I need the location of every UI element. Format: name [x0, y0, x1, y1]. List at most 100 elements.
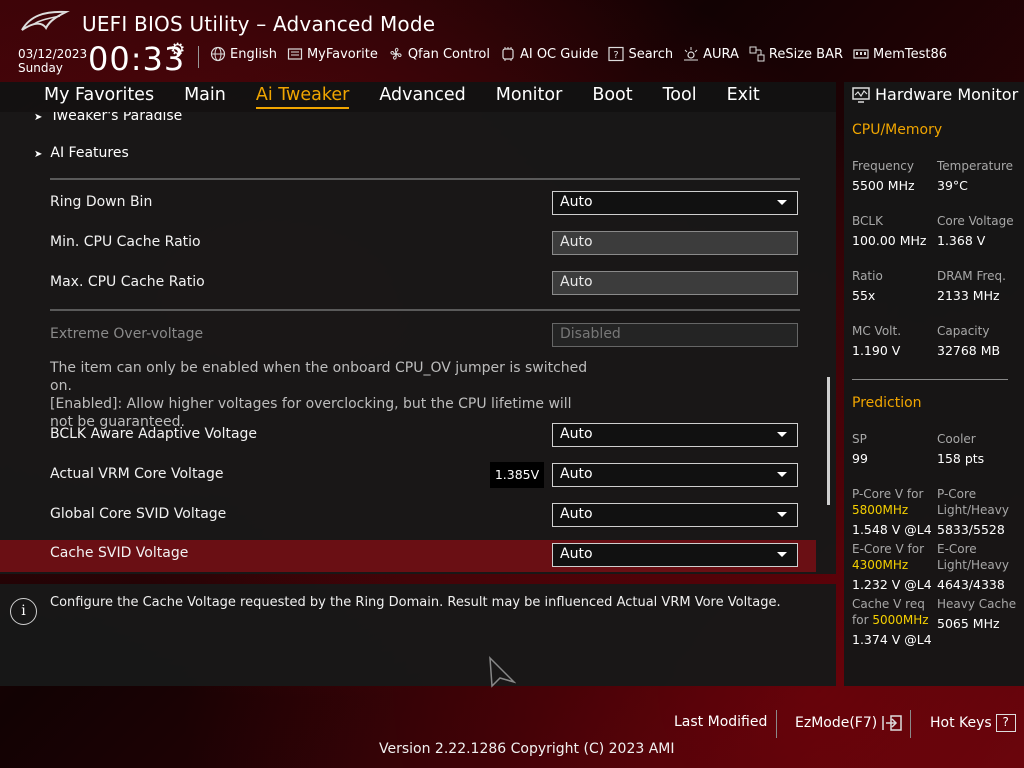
ezmode-label: EzMode(F7): [795, 715, 878, 731]
dropdown-value: Auto: [560, 466, 593, 482]
chevron-right-icon: ➤: [34, 112, 43, 123]
chevron-down-icon: [777, 432, 787, 437]
myfavorite-label: MyFavorite: [306, 46, 378, 62]
search-icon: ?: [608, 46, 625, 62]
hardware-monitor-title: Hardware Monitor: [852, 85, 1018, 104]
memtest-icon: [853, 46, 869, 62]
setting-label: Max. CPU Cache Ratio: [50, 274, 205, 290]
ecore-lh-label-2: Light/Heavy: [937, 558, 1009, 572]
capacity-label: Capacity: [937, 324, 990, 338]
hw-divider: [852, 379, 1008, 380]
footer-divider: [910, 710, 911, 738]
resize-bar-label: ReSize BAR: [768, 46, 844, 62]
tab-ai-tweaker[interactable]: Ai Tweaker: [255, 85, 350, 109]
favorite-icon: [287, 46, 303, 62]
setting-label: Cache SVID Voltage: [50, 545, 189, 561]
pcore-v-label: P-Core V for 5800MHz: [852, 486, 923, 518]
bclk-aware-dropdown[interactable]: Auto: [552, 423, 798, 447]
search-button[interactable]: ? Search: [608, 46, 673, 62]
ai-chip-icon: [500, 46, 516, 62]
tab-my-favorites[interactable]: My Favorites: [44, 85, 154, 109]
cpu-memory-section-title: CPU/Memory: [852, 122, 943, 138]
ecore-v-value: 1.232 V @L4: [852, 577, 932, 592]
tab-boot[interactable]: Boot: [592, 85, 632, 109]
min-cache-ratio-field[interactable]: Auto: [552, 231, 798, 255]
ezmode-button[interactable]: EzMode(F7): [795, 714, 903, 732]
svg-text:?: ?: [614, 50, 619, 61]
aura-button[interactable]: AURA: [683, 46, 739, 62]
myfavorite-button[interactable]: MyFavorite: [287, 46, 378, 62]
info-icon: i: [10, 598, 37, 625]
frequency-value: 5500 MHz: [852, 178, 915, 193]
dropdown-value: Auto: [560, 546, 593, 562]
ai-oc-guide-label: AI OC Guide: [519, 46, 599, 62]
language-button[interactable]: English: [210, 46, 277, 62]
chevron-down-icon: [777, 512, 787, 517]
day-text: Sunday: [18, 61, 63, 75]
ring-down-bin-dropdown[interactable]: Auto: [552, 191, 798, 215]
tab-main[interactable]: Main: [184, 85, 226, 109]
rog-logo-icon: [21, 10, 70, 31]
header-divider: [198, 46, 199, 68]
monitor-icon: [852, 86, 870, 103]
version-text: Version 2.22.1286 Copyright (C) 2023 AMI: [379, 741, 675, 757]
submenu-ai-features[interactable]: ➤ AI Features: [34, 145, 129, 161]
last-modified-button[interactable]: Last Modified: [674, 714, 767, 730]
nav-tabs: My Favorites Main Ai Tweaker Advanced Mo…: [44, 85, 790, 109]
help-panel: i Configure the Cache Voltage requested …: [0, 584, 836, 686]
heavy-cache-value: 5065 MHz: [937, 616, 1000, 631]
bclk-label: BCLK: [852, 214, 883, 228]
ecore-v-freq: 4300MHz: [852, 558, 909, 572]
main-nav: My Favorites Main Ai Tweaker Advanced Mo…: [0, 82, 836, 112]
ratio-value: 55x: [852, 288, 876, 303]
hardware-monitor-label: Hardware Monitor: [875, 85, 1019, 104]
scrollbar[interactable]: [827, 377, 830, 505]
header-bar: UEFI BIOS Utility – Advanced Mode 03/12/…: [0, 0, 1024, 82]
chevron-down-icon: [777, 200, 787, 205]
language-label: English: [230, 46, 277, 62]
hot-keys-button[interactable]: Hot Keys ?: [930, 714, 1016, 732]
ai-oc-guide-button[interactable]: AI OC Guide: [500, 46, 598, 62]
qfan-control-button[interactable]: Qfan Control: [388, 46, 490, 62]
search-label: Search: [628, 46, 674, 62]
setting-row-cache-svid[interactable]: Cache SVID Voltage Auto: [0, 540, 816, 572]
pcore-v-label-text: P-Core V for: [852, 487, 924, 501]
tab-monitor[interactable]: Monitor: [496, 85, 563, 109]
setting-row-extreme-overvoltage: Extreme Over-voltage Disabled: [0, 319, 816, 351]
gear-icon[interactable]: ⚙: [170, 40, 185, 60]
date-display: 03/12/2023 Sunday: [18, 47, 87, 75]
tab-tool[interactable]: Tool: [663, 85, 697, 109]
settings-panel: ➤ Tweaker's Paradise ➤ AI Features Ring Do…: [0, 112, 836, 574]
exit-to-ezmode-icon: [882, 715, 902, 731]
resize-bar-button[interactable]: ReSize BAR: [749, 46, 843, 62]
footer-divider: [776, 710, 777, 738]
submenu-tweakers-paradise[interactable]: ➤ Tweaker's Paradise: [34, 112, 182, 124]
core-voltage-label: Core Voltage: [937, 214, 1014, 228]
memtest86-button[interactable]: MemTest86: [853, 46, 947, 62]
setting-label: Actual VRM Core Voltage: [50, 466, 224, 482]
setting-row-min-cache-ratio: Min. CPU Cache Ratio Auto: [0, 227, 816, 259]
cache-v-value: 1.374 V @L4: [852, 632, 932, 647]
actual-vrm-dropdown[interactable]: Auto: [552, 463, 798, 487]
cache-v-label-line-2: for 5000MHz: [852, 612, 929, 628]
mc-volt-label: MC Volt.: [852, 324, 902, 338]
voltage-reading-badge: 1.385V: [490, 462, 544, 488]
setting-label: Extreme Over-voltage: [50, 326, 204, 342]
fan-icon: [388, 46, 404, 62]
cache-svid-dropdown[interactable]: Auto: [552, 543, 798, 567]
heavy-cache-label: Heavy Cache: [937, 597, 1017, 611]
section-divider: [50, 309, 800, 311]
pcore-v-freq: 5800MHz: [852, 503, 909, 517]
tab-advanced[interactable]: Advanced: [379, 85, 465, 109]
max-cache-ratio-field[interactable]: Auto: [552, 271, 798, 295]
globe-icon: [210, 46, 226, 62]
dram-freq-value: 2133 MHz: [937, 288, 1000, 303]
cooler-value: 158 pts: [937, 451, 985, 466]
tab-exit[interactable]: Exit: [727, 85, 760, 109]
global-svid-dropdown[interactable]: Auto: [552, 503, 798, 527]
mc-volt-value: 1.190 V: [852, 343, 901, 358]
chevron-down-icon: [777, 472, 787, 477]
description-line: The item can only be enabled when the on…: [50, 360, 588, 394]
last-modified-label: Last Modified: [674, 714, 768, 730]
chevron-down-icon: [777, 552, 787, 557]
